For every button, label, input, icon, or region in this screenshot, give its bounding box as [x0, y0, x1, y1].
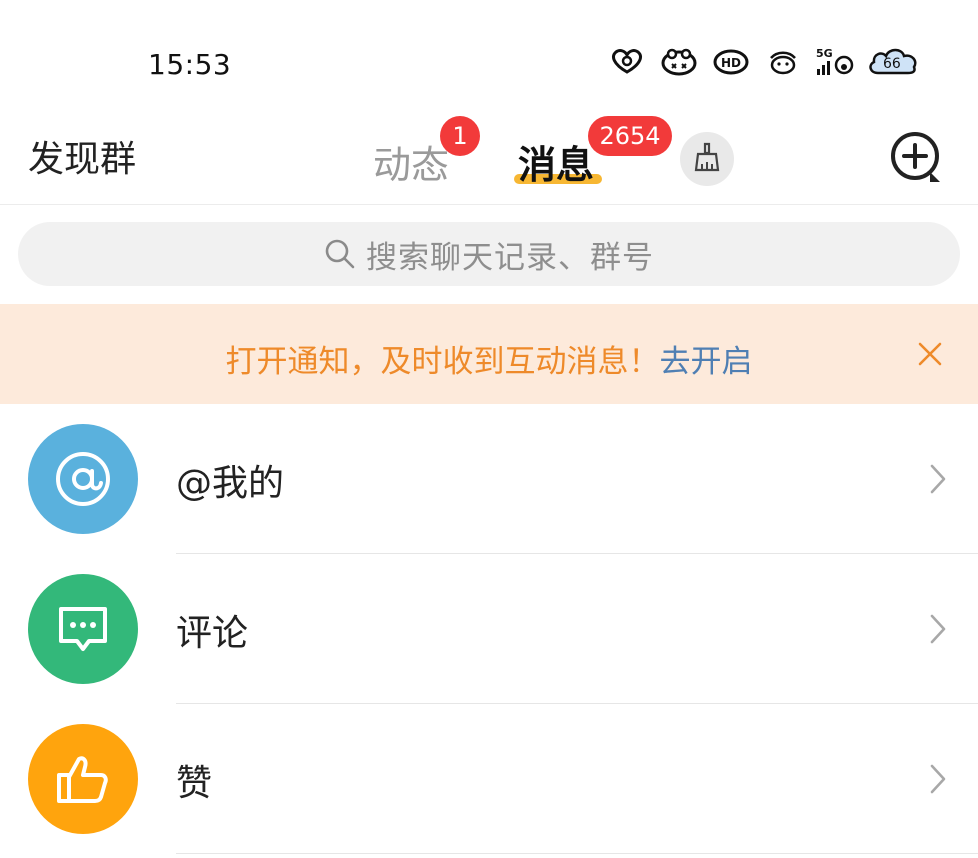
hd-icon: HD: [710, 44, 752, 78]
battery-level: 66: [883, 56, 901, 72]
broom-icon: [690, 140, 724, 178]
list-item-label: 评论: [176, 613, 249, 654]
divider: [176, 853, 978, 854]
chevron-right-icon: [928, 762, 948, 796]
battery-cloud-icon: 66: [866, 44, 920, 78]
dynamic-badge: 1: [440, 116, 480, 156]
top-nav: 发现群 动态 1 消息 2654: [0, 110, 978, 205]
close-icon[interactable]: [912, 336, 948, 372]
network-label: 5G: [816, 47, 833, 60]
wifi-cat-icon: [762, 44, 804, 78]
notice-text: 打开通知，及时收到互动消息！去开启: [0, 336, 978, 381]
status-icons: HD 5G 66: [606, 44, 920, 78]
svg-text:HD: HD: [721, 56, 741, 70]
list-item-label: 赞: [176, 763, 213, 804]
chat-plus-icon: [886, 132, 946, 192]
list-item-comments[interactable]: 评论: [0, 554, 978, 704]
enable-notifications-link[interactable]: 去开启: [660, 344, 753, 380]
heart-face-icon: [606, 44, 648, 78]
comment-icon: [28, 574, 138, 684]
messages-badge: 2654: [588, 116, 672, 156]
list-item-label: @我的: [176, 463, 285, 504]
chevron-right-icon: [928, 462, 948, 496]
search-placeholder: 搜索聊天记录、群号: [366, 239, 654, 276]
thumbs-up-icon: [28, 724, 138, 834]
search-bar[interactable]: 搜索聊天记录、群号: [18, 222, 960, 286]
discover-groups-button[interactable]: 发现群: [28, 130, 136, 182]
signal-5g-icon: 5G: [814, 44, 856, 78]
tab-messages[interactable]: 消息: [518, 134, 594, 189]
notice-message: 打开通知，及时收到互动消息！: [225, 344, 660, 380]
list-item-likes[interactable]: 赞: [0, 704, 978, 854]
search-icon: [324, 238, 356, 270]
at-icon: [28, 424, 138, 534]
notification-banner: 打开通知，及时收到互动消息！去开启: [0, 304, 978, 404]
compose-button[interactable]: [886, 128, 946, 188]
list-item-mentions[interactable]: @我的: [0, 404, 978, 554]
tab-dynamic[interactable]: 动态: [373, 134, 449, 189]
frog-icon: [658, 44, 700, 78]
clean-unread-button[interactable]: [680, 132, 734, 186]
status-time: 15:53: [148, 48, 232, 81]
chevron-right-icon: [928, 612, 948, 646]
